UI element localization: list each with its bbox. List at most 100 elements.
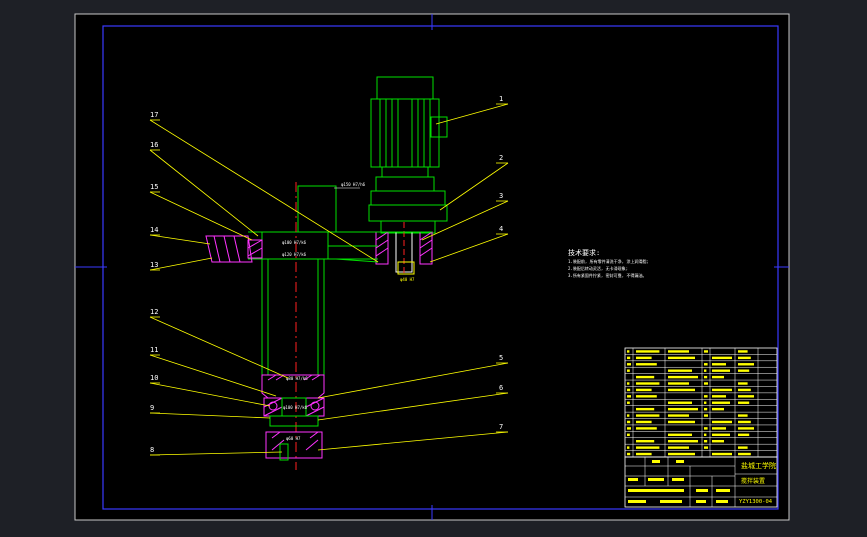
bom-cell-mark <box>636 452 652 456</box>
balloon-11: 11 <box>150 346 158 354</box>
bom-cell-mark <box>627 433 630 436</box>
notes-line-3: 3.所有紧固件拧紧, 密封可靠, 不得漏油。 <box>568 272 646 278</box>
bom-cell-mark <box>738 395 754 398</box>
dim-bottom: φ60 H7 <box>286 436 301 441</box>
bom-cell-mark <box>668 452 695 456</box>
bom-cell-mark <box>712 427 726 430</box>
bom-cell-mark <box>668 375 698 379</box>
balloon-3: 3 <box>499 192 503 200</box>
bom-cell-mark <box>738 433 750 436</box>
bom-cell-mark <box>636 446 660 449</box>
bom-cell-mark <box>704 395 708 398</box>
cad-viewport: φ40 H7 φ150 H7/h6 φ100 H7/k6 φ120 H7/k6 … <box>0 0 867 533</box>
dim-shaft-upper2: φ120 H7/k6 <box>282 252 307 257</box>
bom-cell-mark <box>712 452 732 456</box>
bom-cell-mark <box>627 363 631 366</box>
bom-cell-mark <box>712 433 730 436</box>
balloon-17: 17 <box>150 111 158 119</box>
bom-cell-mark <box>712 401 730 404</box>
dim-key: φ40 H7 <box>400 277 415 282</box>
bom-cell-mark <box>738 420 751 424</box>
notes-line-1: 1.装配前, 所有零件清洗干净, 涂上润滑脂; <box>568 258 649 264</box>
balloon-6: 6 <box>499 384 503 392</box>
bom-cell-mark <box>738 401 750 404</box>
bom-cell-mark <box>668 440 698 443</box>
bom-cell-mark <box>704 407 708 411</box>
notes-title: 技术要求: <box>568 248 600 257</box>
bom-cell-mark <box>738 350 748 353</box>
bom-cell-mark <box>738 388 751 392</box>
bom-cell-mark <box>636 427 657 430</box>
bom-cell-mark <box>712 388 732 392</box>
bom-cell-mark <box>668 420 695 424</box>
school-name: 盐城工学院 <box>741 461 776 470</box>
bom-cell-mark <box>668 388 695 392</box>
bom-cell-mark <box>636 356 652 360</box>
bom-cell-mark <box>712 375 724 379</box>
bom-cell-mark <box>704 446 708 449</box>
bom-cell-mark <box>738 369 750 372</box>
bom-cell-mark <box>712 369 730 372</box>
bom-cell-mark <box>712 395 726 398</box>
bom-cell-mark <box>627 452 631 456</box>
bom-cell-mark <box>704 350 708 353</box>
bom-cell-mark <box>668 407 698 411</box>
bom-cell-mark <box>627 369 630 372</box>
bom-cell-mark <box>704 375 708 379</box>
balloon-5: 5 <box>499 354 503 362</box>
balloon-8: 8 <box>150 446 154 454</box>
bom-cell-mark <box>668 433 692 436</box>
balloon-2: 2 <box>499 154 503 162</box>
bom-cell-mark <box>627 388 631 392</box>
bom-cell-mark <box>668 446 689 449</box>
bom-cell-mark <box>712 356 732 360</box>
bom-cell-mark <box>627 401 630 404</box>
bom-cell-mark <box>636 414 660 417</box>
bom-cell-mark <box>627 395 631 398</box>
dim-shaft-upper1: φ100 H7/k6 <box>282 240 307 245</box>
bom-cell-mark <box>636 388 652 392</box>
bom-cell-mark <box>738 356 751 360</box>
bom-cell-mark <box>636 363 657 366</box>
bom-cell-mark <box>627 427 631 430</box>
bom-cell-mark <box>738 414 748 417</box>
notes-line-2: 2.装配后转动灵活, 无卡滞现象; <box>568 265 628 271</box>
bom-cell-mark <box>704 363 708 366</box>
balloon-4: 4 <box>499 225 503 233</box>
bom-cell-mark <box>738 446 748 449</box>
bom-cell-mark <box>704 433 707 436</box>
balloon-10: 10 <box>150 374 158 382</box>
balloon-15: 15 <box>150 183 158 191</box>
bom-cell-mark <box>704 369 707 372</box>
bom-cell-mark <box>668 414 689 417</box>
bom-cell-mark <box>627 382 630 385</box>
bom-cell-mark <box>712 363 726 366</box>
balloon-13: 13 <box>150 261 158 269</box>
bom-cell-mark <box>704 401 707 404</box>
bom-cell-mark <box>627 446 630 449</box>
bom-cell-mark <box>627 414 630 417</box>
bom-cell-mark <box>627 350 630 353</box>
drawing-number: YZY1300-04 <box>739 499 773 505</box>
bom-cell-mark <box>738 363 754 366</box>
bom-cell-mark <box>636 420 652 424</box>
bom-cell-mark <box>627 420 631 424</box>
balloon-12: 12 <box>150 308 158 316</box>
bom-cell-mark <box>668 401 692 404</box>
bom-cell-mark <box>636 375 655 379</box>
dim-lower: φ80 H7/k6 <box>286 376 308 381</box>
bom-cell-mark <box>636 382 660 385</box>
balloon-1: 1 <box>499 95 503 103</box>
cad-drawing-canvas: φ40 H7 φ150 H7/h6 φ100 H7/k6 φ120 H7/k6 … <box>74 13 790 521</box>
bom-cell-mark <box>668 369 692 372</box>
bom-cell-mark <box>636 395 657 398</box>
bom-cell-mark <box>668 356 695 360</box>
bom-cell-mark <box>636 350 660 353</box>
balloon-14: 14 <box>150 226 158 234</box>
bom-cell-mark <box>704 382 708 385</box>
bom-cell-mark <box>704 414 708 417</box>
balloon-16: 16 <box>150 141 158 149</box>
balloon-9: 9 <box>150 404 154 412</box>
bom-cell-mark <box>712 440 724 443</box>
bom-cell-mark <box>738 427 754 430</box>
